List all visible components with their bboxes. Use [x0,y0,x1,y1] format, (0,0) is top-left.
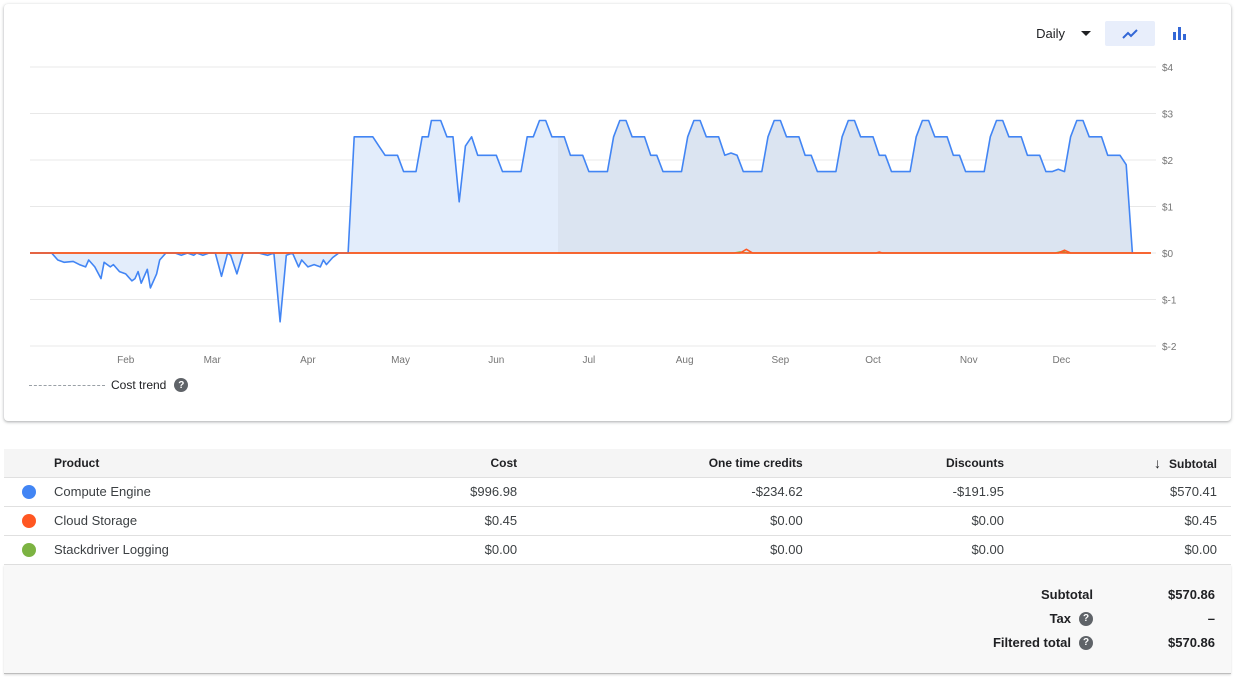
cost-chart-card: Daily $4 $3 $2 $1 $0 $-1 $-2 Feb Mar Apr May Jun Ju… [4,4,1231,421]
subtotal-label: Subtotal [1041,587,1093,602]
tax-row: Tax? – [893,611,1215,626]
table-row[interactable]: Stackdriver Logging $0.00 $0.00 $0.00 $0… [4,535,1231,565]
x-axis-ticks: Feb Mar Apr May Jun Jul Aug Sep Oct Nov Dec [117,355,1070,366]
discounts-value: -$191.95 [816,477,1018,507]
x-tick-label: Mar [204,355,222,366]
products-table: Product Cost One time credits Discounts … [4,449,1231,565]
product-name: Cloud Storage [54,506,356,536]
series-color-dot [22,485,36,500]
help-icon[interactable]: ? [1079,611,1093,626]
table-row[interactable]: Cloud Storage $0.45 $0.00 $0.00 $0.45 [4,506,1231,536]
subtotal-total-value: $570.86 [1168,587,1215,602]
x-tick-label: Feb [117,355,135,366]
y-tick-label: $0 [1162,249,1174,260]
cost-trend-label: Cost trend [111,378,167,392]
subtotal-row: Subtotal $570.86 [893,587,1215,602]
color-column-header [4,449,54,478]
credits-value: -$234.62 [531,477,817,507]
cost-value: $996.98 [355,477,532,507]
series-areas [30,120,1133,322]
forecast-area [558,120,1133,253]
filtered-total-label: Filtered total [992,635,1071,650]
column-header-discounts[interactable]: Discounts [816,449,1018,478]
y-tick-label: $2 [1162,156,1174,167]
x-tick-label: Oct [865,355,881,366]
y-tick-label: $-2 [1162,342,1177,353]
column-header-credits[interactable]: One time credits [531,449,817,478]
filtered-total-row: Filtered total? $570.86 [893,635,1215,650]
help-icon[interactable]: ? [174,378,189,392]
y-tick-label: $4 [1162,63,1174,74]
y-tick-label: $-1 [1162,296,1177,307]
subtotal-header-label: Subtotal [1169,456,1217,471]
product-name: Stackdriver Logging [54,535,356,565]
discounts-value: $0.00 [816,535,1018,565]
column-header-subtotal[interactable]: ↓ Subtotal [1018,449,1231,478]
help-icon[interactable]: ? [1079,635,1093,650]
subtotal-value: $0.00 [1018,535,1231,565]
chart-legend: Cost trend ? [29,378,189,392]
credits-value: $0.00 [531,535,817,565]
x-tick-label: Aug [676,355,694,366]
x-tick-label: Jul [583,355,596,366]
x-tick-label: Sep [771,355,789,366]
column-header-cost[interactable]: Cost [355,449,532,478]
tax-value: – [1207,611,1215,626]
cost-value: $0.00 [355,535,532,565]
x-tick-label: Dec [1052,355,1070,366]
tax-label: Tax [1049,611,1071,626]
x-tick-label: Nov [960,355,978,366]
totals-panel: Subtotal $570.86 Tax? – Filtered total? … [4,565,1231,674]
cost-trend-dash-swatch [29,384,105,386]
product-name: Compute Engine [54,477,356,507]
x-tick-label: Jun [488,355,504,366]
y-axis-ticks: $4 $3 $2 $1 $0 $-1 $-2 [1162,63,1177,353]
series-color-dot [22,514,36,529]
table-row[interactable]: Compute Engine $996.98 -$234.62 -$191.95… [4,477,1231,507]
column-header-product[interactable]: Product [54,449,356,478]
cost-area-chart: $4 $3 $2 $1 $0 $-1 $-2 Feb Mar Apr May Jun Jul Aug Se… [30,63,1177,366]
subtotal-value: $570.41 [1018,477,1231,507]
y-tick-label: $3 [1162,110,1174,121]
series-color-dot [22,543,36,558]
x-tick-label: May [391,355,410,366]
arrow-down-icon: ↓ [1154,454,1161,471]
x-tick-label: Apr [300,355,316,366]
cost-value: $0.45 [355,506,532,536]
discounts-value: $0.00 [816,506,1018,536]
filtered-total-value: $570.86 [1168,635,1215,650]
y-tick-label: $1 [1162,203,1174,214]
subtotal-value: $0.45 [1018,506,1231,536]
table-header-row: Product Cost One time credits Discounts … [4,449,1231,478]
credits-value: $0.00 [531,506,817,536]
